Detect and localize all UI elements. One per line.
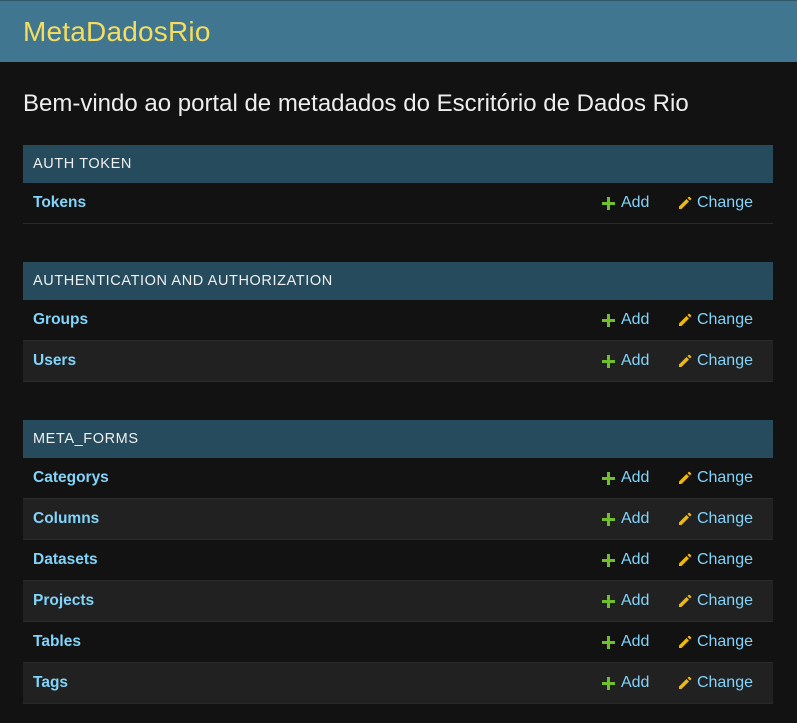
pencil-icon — [678, 471, 692, 485]
module-caption[interactable]: AUTH TOKEN — [23, 145, 773, 183]
module-caption[interactable]: AUTHENTICATION AND AUTHORIZATION — [23, 262, 773, 300]
module-caption[interactable]: META_FORMS — [23, 420, 773, 458]
plus-icon — [602, 512, 616, 526]
row-actions: Add Change — [602, 499, 753, 539]
pencil-icon — [678, 313, 692, 327]
change-button[interactable]: Change — [678, 674, 753, 692]
add-label: Add — [620, 194, 650, 211]
model-row: Projects Add Change — [23, 581, 773, 622]
model-link-users[interactable]: Users — [33, 352, 76, 370]
model-row: Categorys Add Change — [23, 458, 773, 499]
row-actions: Add Change — [602, 458, 753, 498]
change-button[interactable]: Change — [678, 311, 753, 329]
model-row: Columns Add Change — [23, 499, 773, 540]
row-actions: Add Change — [602, 622, 753, 662]
add-label: Add — [620, 469, 650, 486]
add-label: Add — [620, 510, 650, 527]
plus-icon — [602, 676, 616, 690]
site-header: MetaDadosRio — [0, 0, 797, 62]
pencil-icon — [678, 553, 692, 567]
add-label: Add — [620, 592, 650, 609]
pencil-icon — [678, 594, 692, 608]
app-list: AUTH TOKEN Tokens Add Change AUTHENTICATIO… — [23, 145, 773, 704]
plus-icon — [602, 196, 616, 210]
model-link-tokens[interactable]: Tokens — [33, 194, 86, 212]
change-button[interactable]: Change — [678, 510, 753, 528]
page-title: Bem-vindo ao portal de metadados do Escr… — [23, 90, 689, 117]
model-link-categorys[interactable]: Categorys — [33, 469, 109, 487]
site-brand-link[interactable]: MetaDadosRio — [23, 16, 211, 48]
pencil-icon — [678, 635, 692, 649]
pencil-icon — [678, 354, 692, 368]
change-label: Change — [696, 311, 753, 328]
change-label: Change — [696, 551, 753, 568]
plus-icon — [602, 471, 616, 485]
add-button[interactable]: Add — [602, 551, 678, 569]
model-link-groups[interactable]: Groups — [33, 311, 88, 329]
row-actions: Add Change — [602, 540, 753, 580]
add-button[interactable]: Add — [602, 592, 678, 610]
add-button[interactable]: Add — [602, 674, 678, 692]
add-label: Add — [620, 311, 650, 328]
row-actions: Add Change — [602, 300, 753, 340]
add-button[interactable]: Add — [602, 469, 678, 487]
model-link-tables[interactable]: Tables — [33, 633, 81, 651]
model-link-columns[interactable]: Columns — [33, 510, 99, 528]
model-row: Datasets Add Change — [23, 540, 773, 581]
add-button[interactable]: Add — [602, 311, 678, 329]
row-actions: Add Change — [602, 183, 753, 223]
add-label: Add — [620, 674, 650, 691]
change-button[interactable]: Change — [678, 194, 753, 212]
add-button[interactable]: Add — [602, 633, 678, 651]
plus-icon — [602, 594, 616, 608]
add-button[interactable]: Add — [602, 352, 678, 370]
change-button[interactable]: Change — [678, 592, 753, 610]
change-label: Change — [696, 352, 753, 369]
change-button[interactable]: Change — [678, 469, 753, 487]
change-label: Change — [696, 633, 753, 650]
row-actions: Add Change — [602, 663, 753, 703]
model-row: Users Add Change — [23, 341, 773, 382]
add-button[interactable]: Add — [602, 194, 678, 212]
plus-icon — [602, 354, 616, 368]
add-label: Add — [620, 551, 650, 568]
row-actions: Add Change — [602, 341, 753, 381]
plus-icon — [602, 313, 616, 327]
change-label: Change — [696, 510, 753, 527]
change-label: Change — [696, 592, 753, 609]
change-label: Change — [696, 469, 753, 486]
model-row: Tables Add Change — [23, 622, 773, 663]
add-label: Add — [620, 633, 650, 650]
model-link-tags[interactable]: Tags — [33, 674, 68, 692]
model-row: Groups Add Change — [23, 300, 773, 341]
change-button[interactable]: Change — [678, 551, 753, 569]
plus-icon — [602, 553, 616, 567]
main-content: Bem-vindo ao portal de metadados do Escr… — [0, 89, 797, 704]
model-link-datasets[interactable]: Datasets — [33, 551, 98, 569]
app-module: META_FORMS Categorys Add Change Columns Ad… — [23, 420, 773, 704]
change-button[interactable]: Change — [678, 633, 753, 651]
change-label: Change — [696, 194, 753, 211]
add-button[interactable]: Add — [602, 510, 678, 528]
pencil-icon — [678, 512, 692, 526]
change-button[interactable]: Change — [678, 352, 753, 370]
model-link-projects[interactable]: Projects — [33, 592, 94, 610]
app-module: AUTH TOKEN Tokens Add Change — [23, 145, 773, 224]
model-row: Tags Add Change — [23, 663, 773, 704]
row-actions: Add Change — [602, 581, 753, 621]
pencil-icon — [678, 196, 692, 210]
plus-icon — [602, 635, 616, 649]
change-label: Change — [696, 674, 753, 691]
app-module: AUTHENTICATION AND AUTHORIZATION Groups A… — [23, 262, 773, 382]
add-label: Add — [620, 352, 650, 369]
model-row: Tokens Add Change — [23, 183, 773, 224]
pencil-icon — [678, 676, 692, 690]
